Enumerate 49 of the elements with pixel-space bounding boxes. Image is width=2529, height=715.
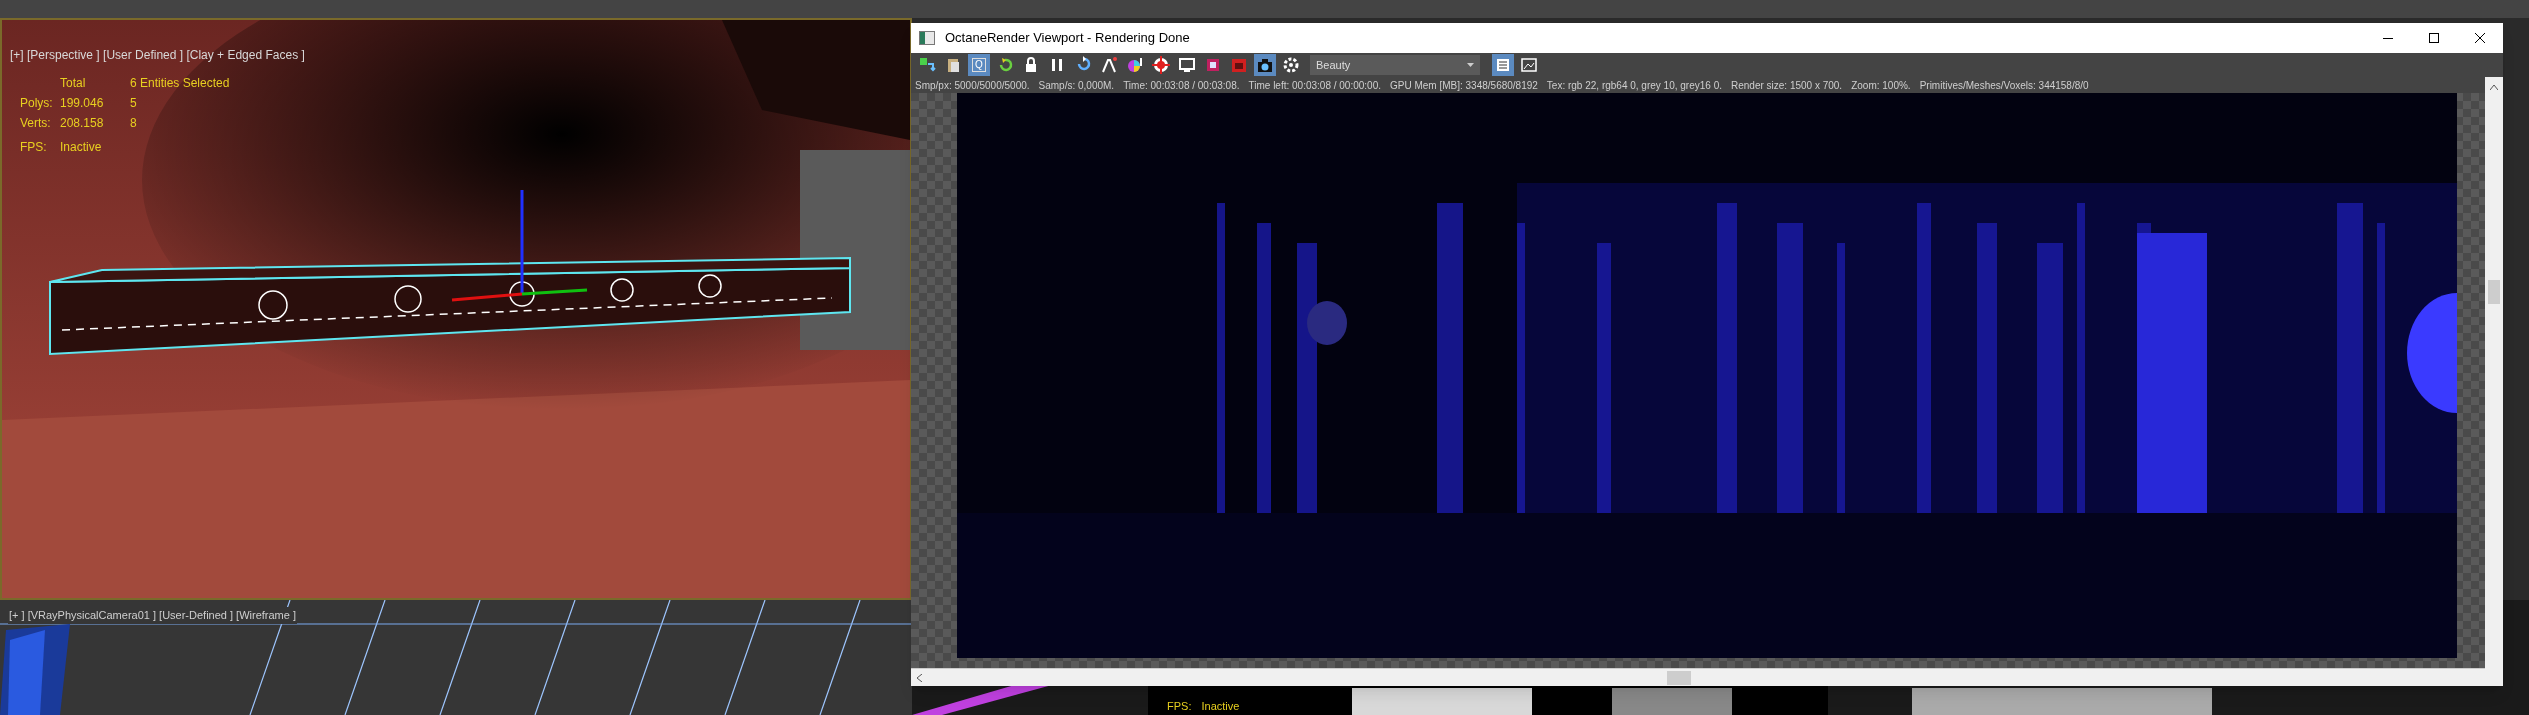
picture-frame-icon xyxy=(1230,56,1248,74)
maximize-icon xyxy=(2429,33,2439,43)
status-text: Primitives/Meshes/Voxels: 344158/8/0 xyxy=(1919,78,2089,93)
import-icon xyxy=(918,56,936,74)
frame-icon xyxy=(1204,56,1222,74)
render-pass-dropdown[interactable]: Beauty xyxy=(1310,55,1480,75)
fps-label: FPS: xyxy=(20,139,48,156)
status-text: GPU Mem [MB]: 3348/5680/8192 xyxy=(1390,78,1538,93)
list-icon xyxy=(1494,56,1512,74)
stats-value: 8 xyxy=(130,115,138,132)
status-text: Time left: 00:03:08 / 00:00:00. xyxy=(1248,78,1381,93)
fps-value: Inactive xyxy=(60,139,102,156)
scroll-up-icon xyxy=(2490,85,2498,90)
dropdown-caret-icon xyxy=(1467,63,1474,67)
close-icon xyxy=(2475,33,2485,43)
stats-header: 6 Entities Selected xyxy=(130,75,230,92)
vertical-scrollbar[interactable] xyxy=(2485,77,2503,686)
scroll-thumb[interactable] xyxy=(1667,670,1691,685)
color-wheel-icon xyxy=(1126,56,1144,74)
status-text: Zoom: 100%. xyxy=(1851,78,1911,93)
letter-mark-icon xyxy=(1100,56,1118,74)
toolbar-button[interactable]: Q xyxy=(968,54,990,76)
settings-icon xyxy=(1282,56,1300,74)
stats-header: Total xyxy=(60,75,87,92)
app-icon xyxy=(919,31,935,45)
status-text: Time: 00:03:08 / 00:03:08. xyxy=(1123,78,1240,93)
stats-value: 199.046 xyxy=(60,95,105,112)
status-text: Tex: rgb 22, rgb64 0, grey 10, grey16 0. xyxy=(1546,78,1722,93)
viewport-label[interactable]: [+] [Perspective ] [User Defined ] [Clay + Edged Faces ] xyxy=(10,46,305,64)
horizontal-scrollbar[interactable] xyxy=(911,668,2485,686)
image-icon xyxy=(1520,56,1538,74)
status-text: Smp/px: 5000/5000/5000. xyxy=(915,78,1030,93)
toolbar-button[interactable] xyxy=(1254,54,1276,76)
stats-value: 5 xyxy=(130,95,138,112)
target-icon xyxy=(1152,56,1170,74)
scroll-thumb[interactable] xyxy=(2488,280,2500,304)
status-text: Samp/s: 0,000M. xyxy=(1038,78,1115,93)
window-title: OctaneRender Viewport - Rendering Done xyxy=(945,29,1190,48)
camera-icon xyxy=(1256,56,1274,74)
monitor-icon xyxy=(1178,56,1196,74)
stats-value: 208.158 xyxy=(60,115,105,132)
toolbar-button[interactable] xyxy=(1150,54,1172,76)
status-text: Render size: 1500 x 700. xyxy=(1730,78,1843,93)
fps-value: Inactive xyxy=(1201,699,1240,714)
stats-label: Verts: xyxy=(20,115,52,132)
stats-label: Polys: xyxy=(20,95,54,112)
scroll-left-icon xyxy=(917,673,922,682)
minimize-icon xyxy=(2383,37,2393,39)
fps-label: FPS: xyxy=(1167,699,1192,714)
